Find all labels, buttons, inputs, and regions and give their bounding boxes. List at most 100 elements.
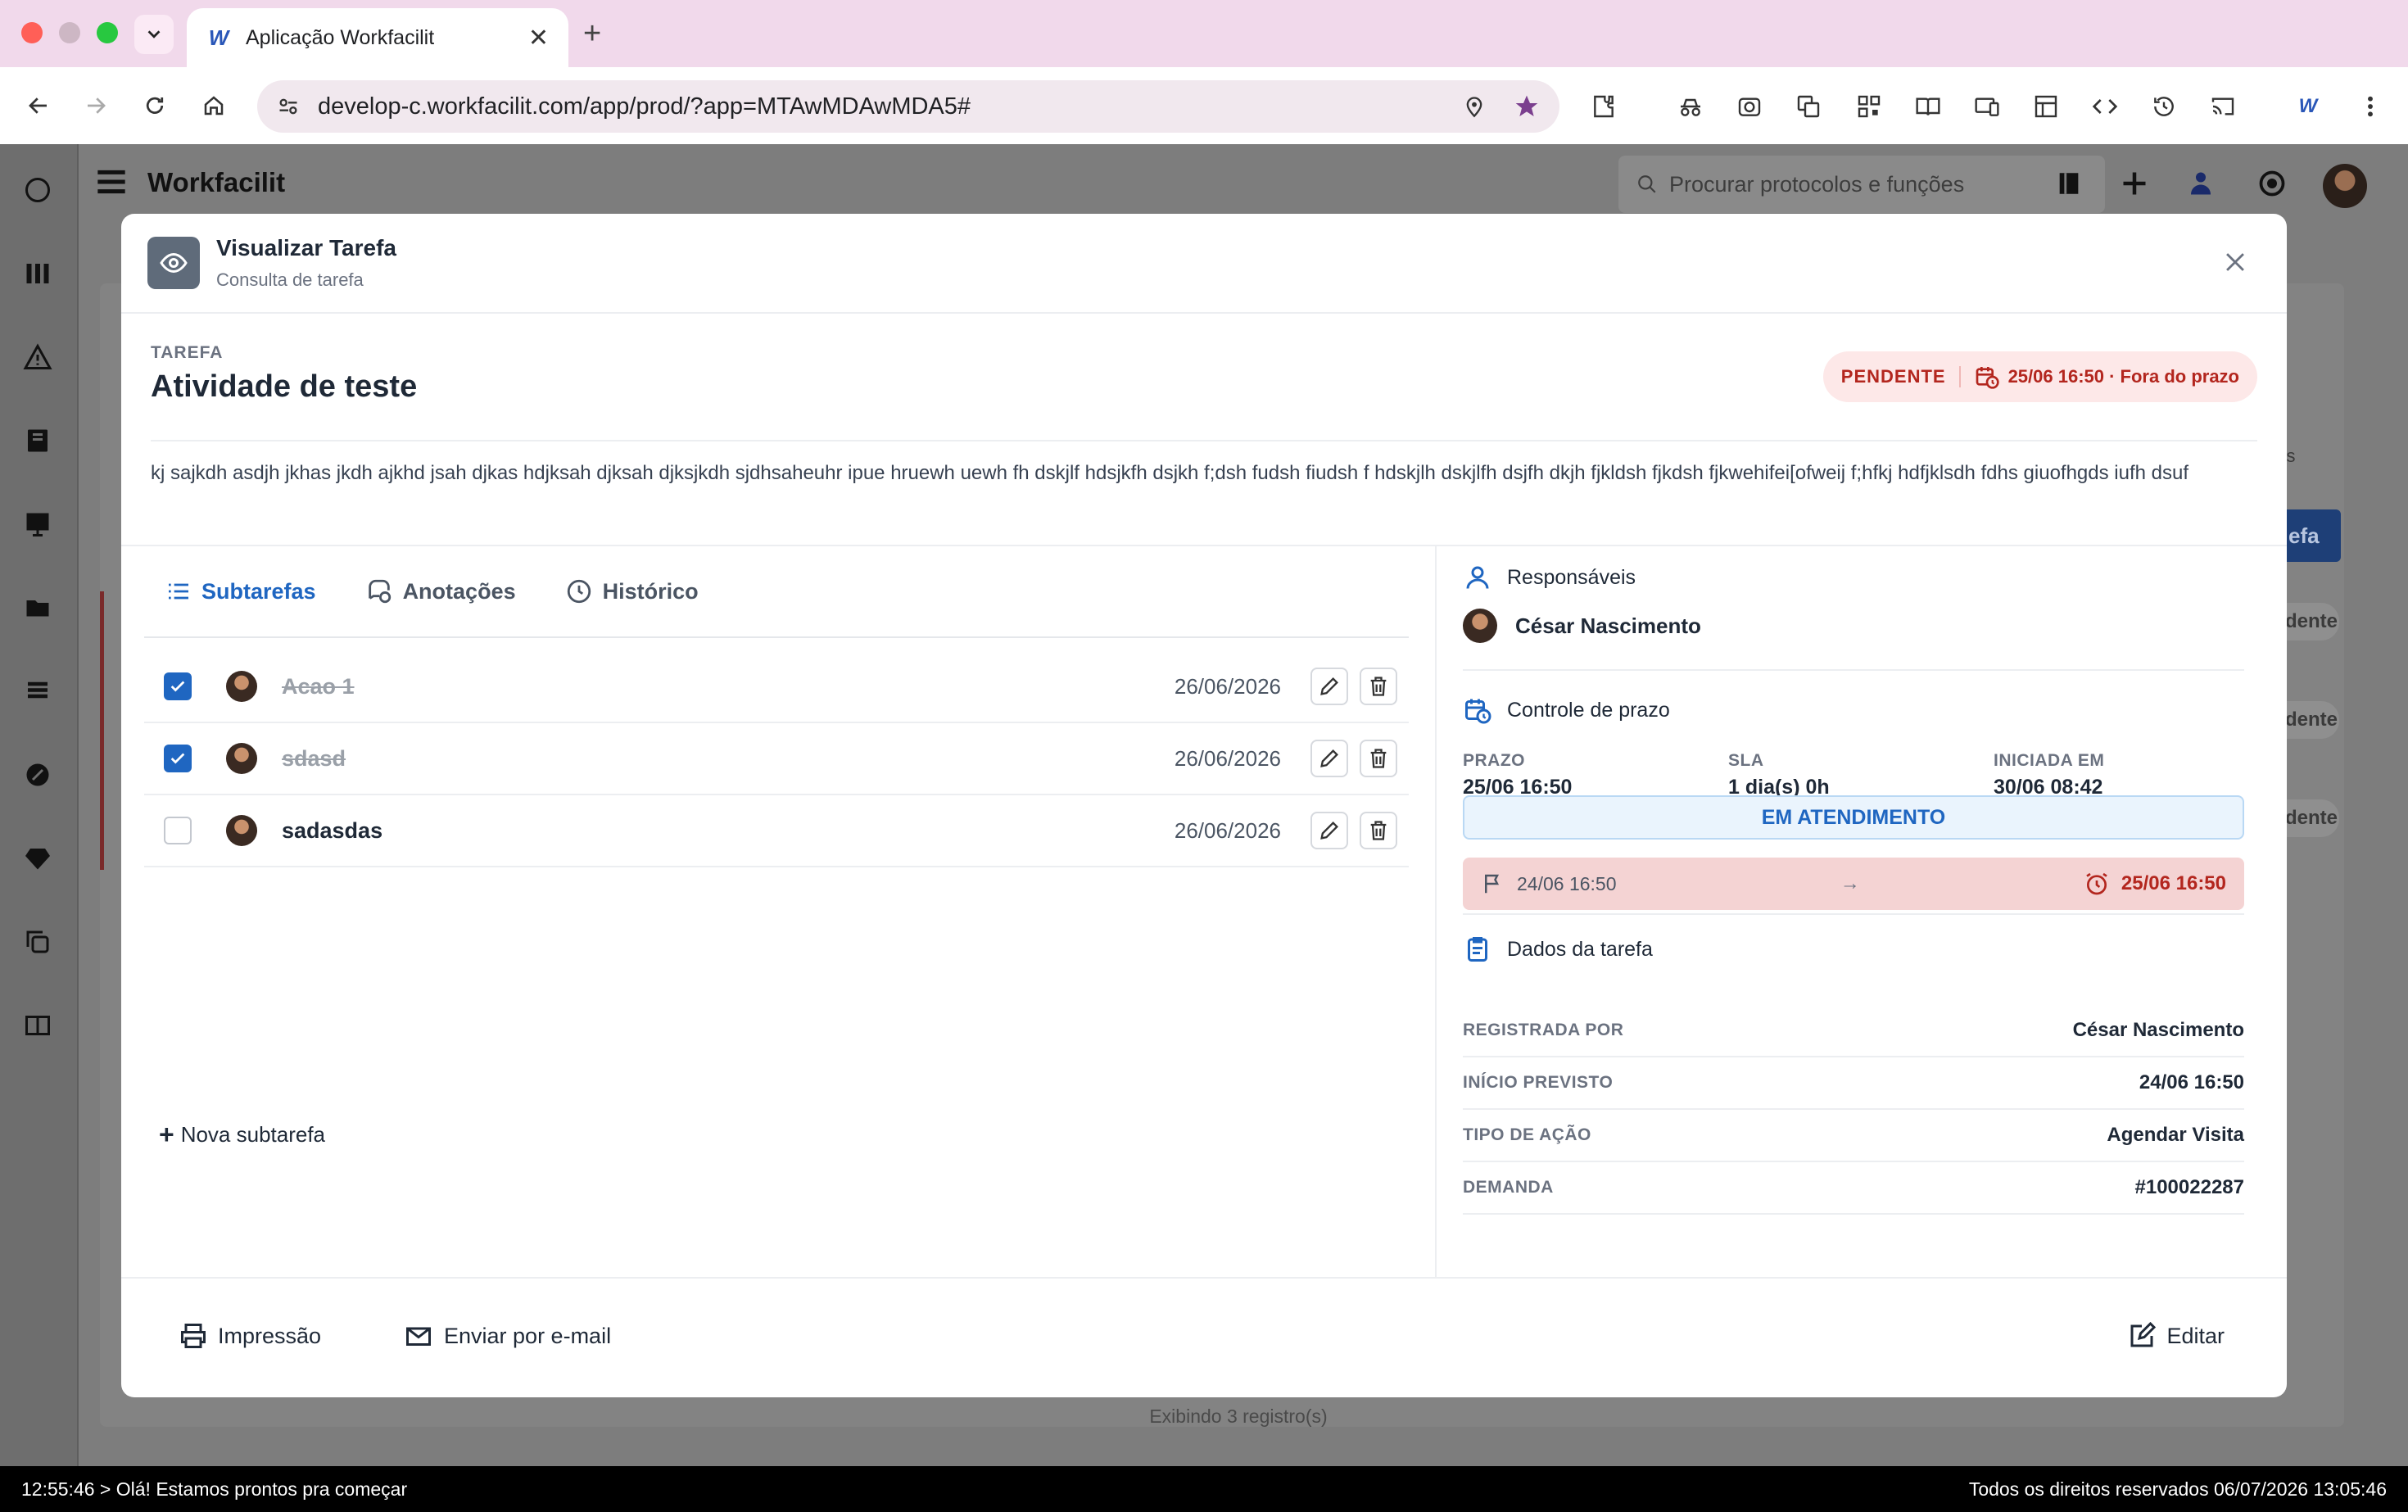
- email-button[interactable]: Enviar por e-mail: [403, 1321, 611, 1351]
- close-modal-button[interactable]: [2221, 248, 2249, 280]
- incognito-extension-icon[interactable]: [1674, 90, 1707, 123]
- cast-extension-icon[interactable]: [2207, 90, 2239, 123]
- layout-icon[interactable]: [18, 1006, 57, 1045]
- subtasks-pane: Subtarefas Anotações Histórico Acao 1 26…: [121, 546, 1433, 1277]
- subtask-name: Acao 1: [282, 673, 355, 699]
- subtask-checkbox[interactable]: [164, 817, 192, 844]
- data-value: 24/06 16:50: [2139, 1071, 2244, 1093]
- diamond-icon[interactable]: [18, 839, 57, 878]
- tab-search-button[interactable]: [134, 15, 174, 54]
- edit-square-icon: [2130, 1321, 2157, 1347]
- forward-button[interactable]: [79, 88, 113, 123]
- subtask-row: Acao 1 26/06/2026: [144, 651, 1409, 723]
- subtask-date: 26/06/2026: [1174, 673, 1281, 699]
- modal-footer: Impressão Enviar por e-mail Editar: [121, 1277, 2287, 1397]
- edit-subtask-button[interactable]: [1310, 740, 1348, 777]
- new-tab-button[interactable]: +: [583, 16, 601, 52]
- browser-toolbar: develop-c.workfacilit.com/app/prod/?app=…: [0, 67, 2408, 144]
- circle-icon[interactable]: [18, 170, 57, 210]
- view-task-modal: Visualizar Tarefa Consulta de tarefa TAR…: [121, 214, 2287, 1397]
- data-row-registrada: REGISTRADA POR César Nascimento: [1463, 1005, 2244, 1057]
- status-badge: PENDENTE: [1841, 366, 1961, 387]
- subtask-name: sdasd: [282, 745, 346, 771]
- kpi-label: INICIADA EM: [1994, 751, 2105, 770]
- edit-subtask-button[interactable]: [1310, 812, 1348, 849]
- home-icon: [204, 96, 224, 115]
- delete-subtask-button[interactable]: [1360, 740, 1397, 777]
- columns-icon[interactable]: [18, 254, 57, 293]
- timeline-start-text: 24/06 16:50: [1517, 872, 1617, 894]
- list-icon[interactable]: [18, 672, 57, 711]
- browser-menu-icon[interactable]: [2354, 90, 2387, 123]
- browser-tab-active[interactable]: W Aplicação Workfacilit ✕: [187, 8, 568, 67]
- chevron-down-icon: [147, 30, 161, 38]
- window-zoom-button[interactable]: [97, 22, 118, 43]
- note-chat-icon: [368, 579, 391, 604]
- user-settings-icon[interactable]: [2184, 164, 2223, 203]
- subtask-checkbox[interactable]: [164, 745, 192, 772]
- copy-icon[interactable]: [18, 922, 57, 962]
- modal-header: Visualizar Tarefa Consulta de tarefa: [121, 214, 2287, 314]
- edit-button[interactable]: Editar: [2127, 1321, 2225, 1351]
- workfacilit-extension-icon[interactable]: W: [2292, 90, 2324, 123]
- kpi-label: PRAZO: [1463, 751, 1525, 770]
- controle-prazo-heading: Controle de prazo: [1463, 695, 1670, 725]
- avatar: [226, 743, 257, 774]
- folder-icon[interactable]: [18, 588, 57, 627]
- arrow-right-icon: [88, 97, 106, 114]
- calendar-clock-icon: [1976, 367, 1999, 389]
- status-left: 12:55:46 > Olá! Estamos prontos pra come…: [21, 1478, 408, 1500]
- task-title: Atividade de teste: [151, 369, 418, 404]
- back-button[interactable]: [21, 88, 56, 123]
- user-avatar[interactable]: [2323, 164, 2367, 208]
- user-icon: [1466, 566, 1489, 589]
- add-icon[interactable]: [2115, 164, 2154, 203]
- timeline-end-text: 25/06 16:50: [2121, 872, 2226, 894]
- dashboard-icon[interactable]: [18, 505, 57, 544]
- reload-button[interactable]: [138, 88, 172, 123]
- delete-subtask-button[interactable]: [1360, 812, 1397, 849]
- code-extension-icon[interactable]: [2089, 90, 2121, 123]
- task-label: TAREFA: [151, 343, 224, 362]
- book-open-icon[interactable]: [2049, 164, 2089, 203]
- target-icon[interactable]: [2252, 164, 2292, 203]
- global-search-input[interactable]: Procurar protocolos e funções: [1618, 156, 2105, 213]
- history-extension-icon[interactable]: [2148, 90, 2180, 123]
- section-label: Responsáveis: [1507, 565, 1636, 589]
- app-header: Workfacilit Procurar protocolos e funçõe…: [79, 144, 2408, 223]
- delete-subtask-button[interactable]: [1360, 668, 1397, 705]
- printer-icon: [181, 1324, 206, 1348]
- tab-historico[interactable]: Histórico: [565, 577, 699, 605]
- percent-icon[interactable]: [18, 755, 57, 794]
- tab-anotacoes[interactable]: Anotações: [365, 577, 516, 605]
- warning-icon[interactable]: [18, 337, 57, 377]
- timeline-end: 25/06 16:50: [2084, 871, 2226, 897]
- print-button[interactable]: Impressão: [179, 1321, 321, 1351]
- status-bar: 12:55:46 > Olá! Estamos prontos pra come…: [0, 1466, 2408, 1512]
- window-minimize-button[interactable]: [59, 22, 80, 43]
- tab-close-icon[interactable]: ✕: [528, 24, 549, 52]
- subtask-checkbox[interactable]: [164, 672, 192, 700]
- subtask-date: 26/06/2026: [1174, 817, 1281, 843]
- reader-extension-icon[interactable]: [1912, 90, 1944, 123]
- new-subtask-label: Nova subtarefa: [180, 1122, 326, 1147]
- edit-subtask-button[interactable]: [1310, 668, 1348, 705]
- status-right: Todos os direitos reservados 06/07/2026 …: [1968, 1478, 2387, 1500]
- screenshot-extension-icon[interactable]: [1733, 90, 1766, 123]
- qr-code-extension-icon[interactable]: [1853, 90, 1885, 123]
- avatar: [226, 815, 257, 846]
- tab-subtarefas[interactable]: Subtarefas: [165, 578, 316, 604]
- modal-subtitle: Consulta de tarefa: [216, 269, 364, 290]
- new-subtask-button[interactable]: + Nova subtarefa: [159, 1120, 325, 1150]
- responsavel-name: César Nascimento: [1515, 613, 1701, 638]
- window-close-button[interactable]: [21, 22, 43, 43]
- trash-icon: [1370, 749, 1387, 768]
- device-extension-icon[interactable]: [1971, 90, 2003, 123]
- hamburger-menu-icon[interactable]: [95, 167, 128, 201]
- table-extension-icon[interactable]: [2030, 90, 2062, 123]
- home-button[interactable]: [197, 88, 231, 123]
- address-bar[interactable]: develop-c.workfacilit.com/app/prod/?app=…: [257, 80, 1559, 133]
- translate-extension-icon[interactable]: [1792, 90, 1825, 123]
- extensions-icon[interactable]: [1587, 90, 1620, 123]
- book-icon[interactable]: [18, 421, 57, 460]
